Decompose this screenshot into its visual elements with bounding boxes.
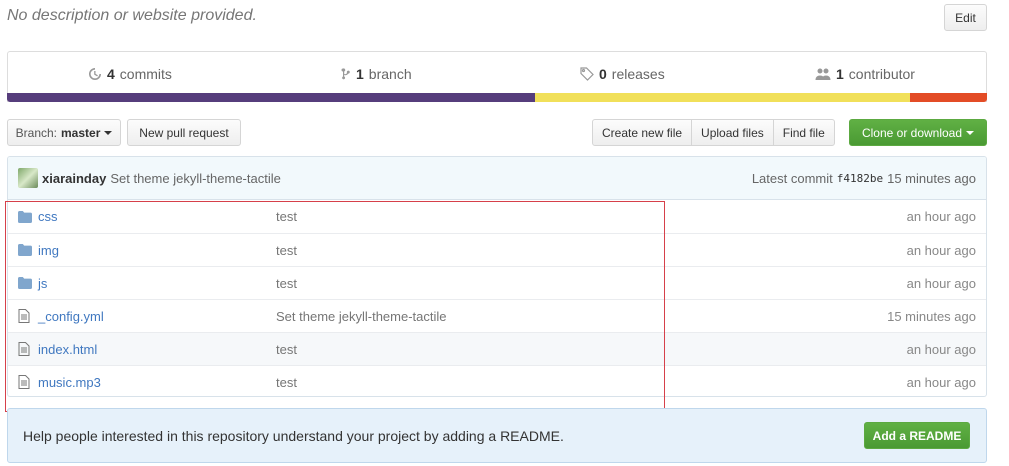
- new-pull-request-button[interactable]: New pull request: [127, 119, 241, 146]
- edit-button[interactable]: Edit: [944, 4, 987, 31]
- caret-down-icon: [104, 130, 113, 135]
- branch-icon: [341, 68, 350, 80]
- file-name-link[interactable]: js: [38, 276, 276, 291]
- branch-link[interactable]: 1 branch: [341, 66, 412, 82]
- commit-time: 15 minutes ago: [887, 170, 976, 186]
- file-commit-message[interactable]: test: [276, 375, 907, 390]
- file-row[interactable]: js test an hour ago: [8, 266, 986, 299]
- file-name-link[interactable]: music.mp3: [38, 375, 276, 390]
- file-age: an hour ago: [906, 341, 976, 357]
- language-segment[interactable]: [7, 93, 536, 102]
- file-row[interactable]: music.mp3 test an hour ago: [8, 365, 986, 396]
- people-icon: [815, 68, 831, 80]
- file-name-link[interactable]: _config.yml: [38, 309, 276, 324]
- file-age: an hour ago: [906, 374, 976, 390]
- language-segment[interactable]: [535, 93, 910, 102]
- file-commit-message[interactable]: test: [276, 209, 907, 224]
- file-icon: [18, 342, 34, 356]
- language-bar[interactable]: [7, 93, 987, 102]
- file-name-link[interactable]: css: [38, 209, 276, 224]
- commit-message[interactable]: Set theme jekyll-theme-tactile: [110, 171, 281, 186]
- repo-description: No description or website provided.: [7, 7, 257, 24]
- file-row[interactable]: index.html test an hour ago: [8, 332, 986, 365]
- file-icon: [18, 375, 34, 389]
- readme-prompt-text: Help people interested in this repositor…: [23, 427, 564, 444]
- upload-files-button[interactable]: Upload files: [691, 119, 774, 146]
- latest-commit-bar: xiarainday Set theme jekyll-theme-tactil…: [8, 157, 986, 200]
- file-age: an hour ago: [906, 242, 976, 258]
- folder-icon: [18, 210, 34, 223]
- history-icon: [89, 68, 101, 80]
- latest-commit-info: Latest commit f4182be 15 minutes ago: [751, 170, 976, 186]
- file-age: 15 minutes ago: [887, 308, 976, 324]
- releases-link[interactable]: 0 releases: [580, 66, 665, 82]
- file-row[interactable]: _config.yml Set theme jekyll-theme-tactil…: [8, 299, 986, 332]
- file-list: css test an hour ago img test an hour ago js te…: [8, 200, 986, 396]
- avatar[interactable]: [18, 168, 38, 188]
- file-name-link[interactable]: index.html: [38, 342, 276, 357]
- folder-icon: [18, 277, 34, 289]
- file-actions-group: Create new file Upload files Find file: [592, 119, 835, 146]
- clone-download-button[interactable]: Clone or download: [849, 119, 987, 146]
- language-segment[interactable]: [909, 93, 987, 102]
- file-commit-message[interactable]: test: [276, 342, 907, 357]
- file-row[interactable]: css test an hour ago: [8, 200, 986, 233]
- file-commit-message[interactable]: Set theme jekyll-theme-tactile: [276, 309, 887, 324]
- commit-sha[interactable]: f4182be: [837, 172, 883, 185]
- file-age: an hour ago: [906, 275, 976, 291]
- find-file-button[interactable]: Find file: [772, 119, 835, 146]
- commit-author[interactable]: xiarainday: [42, 171, 106, 186]
- file-age: an hour ago: [906, 209, 976, 224]
- file-commit-message[interactable]: test: [276, 276, 907, 291]
- file-icon: [18, 309, 34, 323]
- file-browser: xiarainday Set theme jekyll-theme-tactil…: [7, 156, 987, 397]
- add-readme-button[interactable]: Add a README: [864, 422, 970, 449]
- readme-prompt: Help people interested in this repositor…: [7, 408, 987, 463]
- create-new-file-button[interactable]: Create new file: [592, 119, 693, 146]
- file-row[interactable]: img test an hour ago: [8, 233, 986, 266]
- tag-icon: [580, 67, 594, 81]
- caret-down-icon: [966, 130, 975, 135]
- file-commit-message[interactable]: test: [276, 243, 907, 258]
- branch-select-button[interactable]: Branch: master: [7, 119, 121, 146]
- contributor-link[interactable]: 1 contributor: [815, 66, 915, 82]
- folder-icon: [18, 244, 34, 256]
- commits-link[interactable]: 4 commits: [88, 66, 172, 82]
- file-name-link[interactable]: img: [38, 243, 276, 258]
